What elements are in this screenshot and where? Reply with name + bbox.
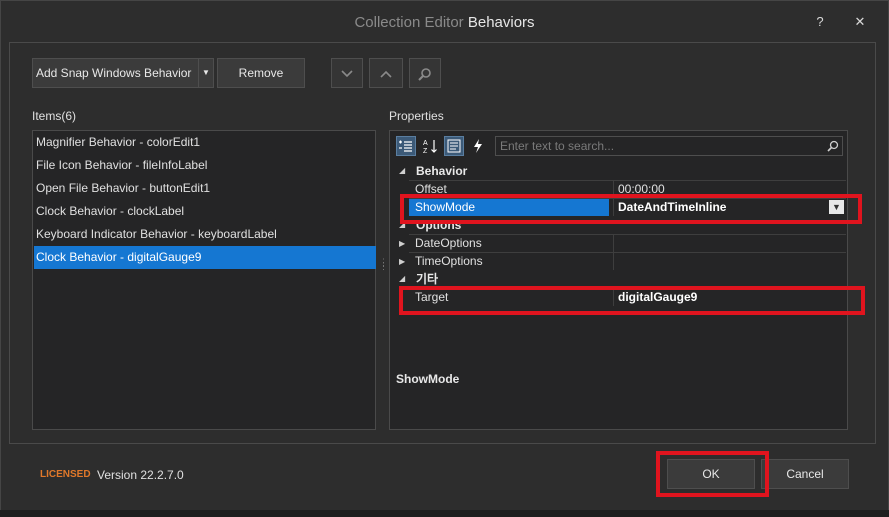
category-misc[interactable]: ◢ 기타 — [393, 271, 846, 287]
help-button[interactable]: ? — [810, 12, 830, 32]
properties-header: Properties — [389, 109, 444, 123]
cancel-button[interactable]: Cancel — [761, 459, 849, 489]
add-dropdown-icon[interactable]: ▼ — [198, 59, 213, 87]
chevron-up-icon — [380, 70, 392, 78]
property-grid: ◢ Behavior Offset 00:00:00 ShowMode DateA… — [393, 162, 846, 342]
lightning-icon — [474, 139, 482, 153]
svg-text:Z: Z — [423, 148, 428, 154]
title-main: Behaviors — [467, 14, 535, 31]
categorized-icon — [399, 140, 412, 152]
list-item[interactable]: Clock Behavior - clockLabel — [34, 200, 376, 223]
list-item-selected[interactable]: Clock Behavior - digitalGauge9 — [34, 246, 376, 269]
expand-icon[interactable]: ▶ — [399, 235, 405, 252]
search-icon — [418, 68, 431, 81]
category-behavior[interactable]: ◢ Behavior — [393, 163, 846, 179]
title-prefix: Collection Editor — [354, 14, 464, 31]
collapse-icon[interactable]: ◢ — [399, 271, 405, 287]
add-behavior-label: Add Snap Windows Behavior — [36, 66, 192, 80]
items-header: Items(6) — [32, 109, 77, 123]
background-bottom-strip — [0, 510, 889, 517]
property-name: DateOptions — [415, 236, 482, 250]
expand-icon[interactable]: ▶ — [399, 253, 405, 270]
items-list[interactable]: Magnifier Behavior - colorEdit1 File Ico… — [32, 130, 376, 430]
list-item[interactable]: File Icon Behavior - fileInfoLabel — [34, 154, 376, 177]
property-value[interactable] — [613, 235, 846, 252]
property-value[interactable] — [613, 253, 846, 270]
property-row-dateoptions[interactable]: ▶ DateOptions — [399, 234, 846, 253]
property-pages-button[interactable] — [444, 136, 464, 156]
sort-alpha-icon: AZ — [423, 140, 437, 155]
move-up-button[interactable] — [369, 58, 403, 88]
highlight-showmode — [400, 194, 862, 224]
svg-text:A: A — [423, 140, 428, 147]
list-item[interactable]: Open File Behavior - buttonEdit1 — [34, 177, 376, 200]
add-behavior-button[interactable]: Add Snap Windows Behavior ▼ — [32, 58, 214, 88]
collapse-icon[interactable]: ◢ — [399, 163, 405, 179]
alphabetical-view-button[interactable]: AZ — [420, 136, 440, 156]
version-label: Version 22.2.7.0 — [97, 468, 184, 482]
property-pages-icon — [447, 139, 461, 153]
categorized-view-button[interactable] — [396, 136, 416, 156]
property-name: TimeOptions — [415, 254, 483, 268]
search-placeholder: Enter text to search... — [500, 139, 615, 153]
move-down-button[interactable] — [331, 58, 363, 88]
find-button[interactable] — [409, 58, 441, 88]
highlight-target — [399, 286, 865, 315]
remove-button[interactable]: Remove — [217, 58, 305, 88]
property-description-title: ShowMode — [396, 372, 460, 386]
search-icon[interactable] — [827, 137, 839, 157]
list-item[interactable]: Magnifier Behavior - colorEdit1 — [34, 131, 376, 154]
property-search-input[interactable]: Enter text to search... — [495, 136, 843, 156]
close-button[interactable]: ✕ — [850, 12, 870, 32]
highlight-ok — [656, 451, 769, 497]
list-item[interactable]: Keyboard Indicator Behavior - keyboardLa… — [34, 223, 376, 246]
chevron-down-icon — [341, 70, 353, 78]
events-view-button[interactable] — [468, 136, 488, 156]
splitter-handle[interactable]: ⋮ ⋮ — [379, 258, 388, 276]
licensed-badge: LICENSED — [40, 469, 91, 480]
property-row-timeoptions[interactable]: ▶ TimeOptions — [399, 252, 846, 271]
dialog-title: Collection Editor Behaviors — [0, 14, 889, 31]
